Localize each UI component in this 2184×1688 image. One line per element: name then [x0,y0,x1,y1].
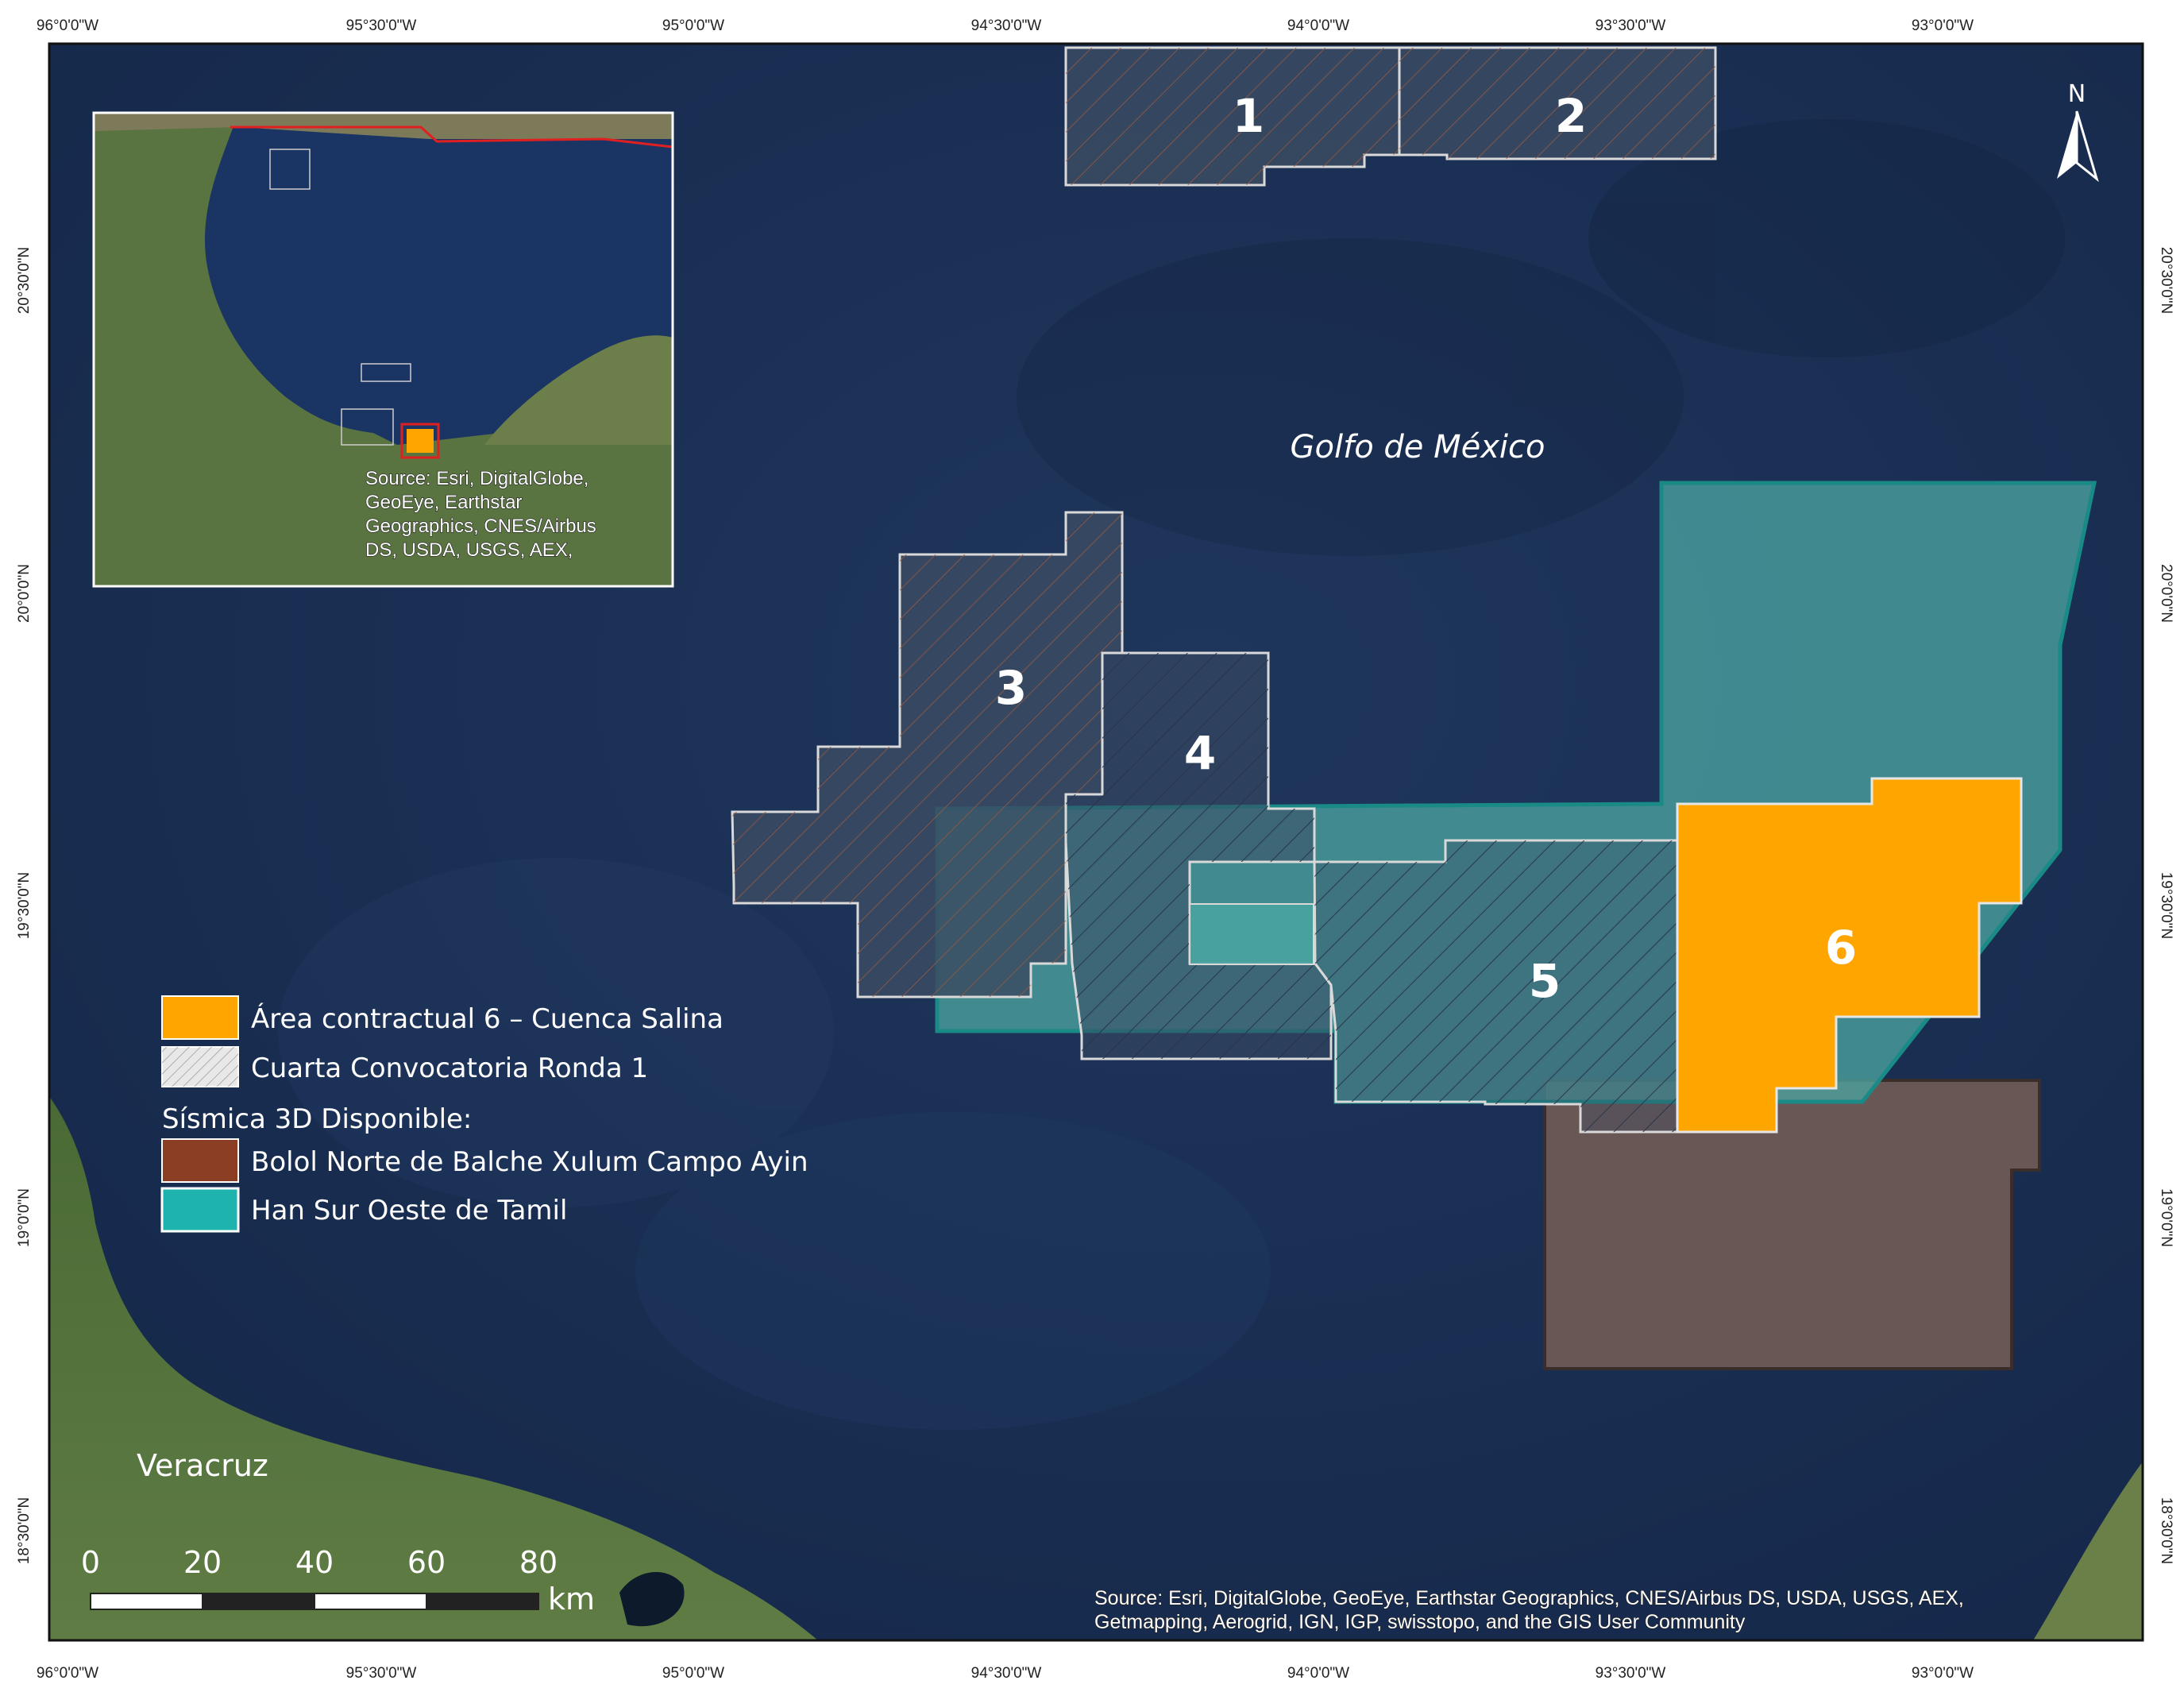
longitude-tick-top-2: 95°0'0"W [662,17,724,34]
legend-label-han: Han Sur Oeste de Tamil [251,1195,567,1226]
longitude-tick-top-5: 93°30'0"W [1596,17,1666,34]
longitude-tick-top-6: 93°0'0"W [1912,17,1974,34]
latitude-tick-left-0: 20°30'0"N [16,247,33,315]
block-4-cutout [1189,903,1314,965]
longitude-tick-bottom-5: 93°30'0"W [1596,1665,1666,1682]
map-credit-line-2: Getmapping, Aerogrid, IGN, IGP, swisstop… [1094,1611,1746,1633]
inset-credit-line-1: Source: Esri, DigitalGlobe, [365,468,588,489]
longitude-tick-bottom-0: 96°0'0"W [37,1665,98,1682]
longitude-tick-bottom-3: 94°30'0"W [971,1665,1042,1682]
latitude-tick-right-4: 18°30'0"N [2158,1497,2174,1565]
map-figure: 1 2 3 4 5 6 Golfo de México Veracruz N Á… [16,17,2174,1682]
legend-swatch-han [160,1187,240,1233]
longitude-tick-bottom-6: 93°0'0"W [1912,1665,1974,1682]
map-credit-line-1: Source: Esri, DigitalGlobe, GeoEye, Eart… [1094,1587,1964,1609]
inset-map: Source: Esri, DigitalGlobe, GeoEye, Eart… [92,111,674,588]
block-label-4: 4 [1184,726,1216,780]
scale-tick-0: 0 [81,1545,100,1580]
sea-label: Golfo de México [1291,429,1545,465]
north-arrow-label: N [2068,80,2086,108]
longitude-tick-top-0: 96°0'0"W [37,17,98,34]
latitude-tick-left-3: 19°0'0"N [16,1188,33,1247]
block-label-1: 1 [1233,89,1264,143]
scale-tick-80: 80 [519,1545,558,1580]
latitude-tick-left-4: 18°30'0"N [16,1497,33,1565]
latitude-tick-right-2: 19°30'0"N [2158,872,2174,940]
inset-credit-line-3: Geographics, CNES/Airbus [365,516,596,537]
latitude-tick-right-3: 19°0'0"N [2158,1188,2174,1247]
legend-swatch-hatched-pattern [162,1047,238,1087]
legend-label-contract: Área contractual 6 – Cuenca Salina [251,1002,723,1035]
longitude-tick-bottom-2: 95°0'0"W [662,1665,724,1682]
latitude-tick-right-0: 20°30'0"N [2158,247,2174,315]
inset-contract-area [407,429,434,453]
scale-tick-60: 60 [407,1545,446,1580]
scale-unit: km [548,1582,595,1617]
longitude-tick-top-3: 94°30'0"W [971,17,1042,34]
scale-tick-40: 40 [295,1545,334,1580]
block-label-2: 2 [1555,89,1587,143]
longitude-tick-bottom-1: 95°30'0"W [346,1665,417,1682]
scale-segment-3 [314,1593,427,1610]
legend-label-hatched: Cuarta Convocatoria Ronda 1 [251,1053,648,1084]
scale-segment-2 [202,1593,315,1610]
place-label-veracruz: Veracruz [137,1448,268,1483]
longitude-tick-top-4: 94°0'0"W [1287,17,1349,34]
inset-credit-line-2: GeoEye, Earthstar [365,492,522,513]
latitude-tick-left-2: 19°30'0"N [16,872,33,940]
latitude-tick-left-1: 20°0'0"N [16,564,33,623]
scale-segment-4 [426,1593,539,1610]
block-5-hatch [1314,840,1677,1132]
block-label-5: 5 [1529,954,1561,1008]
legend-subheading: Sísmica 3D Disponible: [162,1103,472,1135]
scale-tick-20: 20 [183,1545,222,1580]
longitude-tick-top-1: 95°30'0"W [346,17,417,34]
latitude-tick-right-1: 20°0'0"N [2158,564,2174,623]
block-label-6: 6 [1825,921,1857,975]
legend-swatch-bolol [161,1138,239,1183]
legend-label-bolol: Bolol Norte de Balche Xulum Campo Ayin [251,1146,808,1178]
legend-swatch-contract [161,995,239,1040]
block-label-3: 3 [995,661,1027,715]
longitude-tick-bottom-4: 94°0'0"W [1287,1665,1349,1682]
scale-segment-1 [90,1593,203,1610]
inset-credit-line-4: DS, USDA, USGS, AEX, [365,539,573,561]
